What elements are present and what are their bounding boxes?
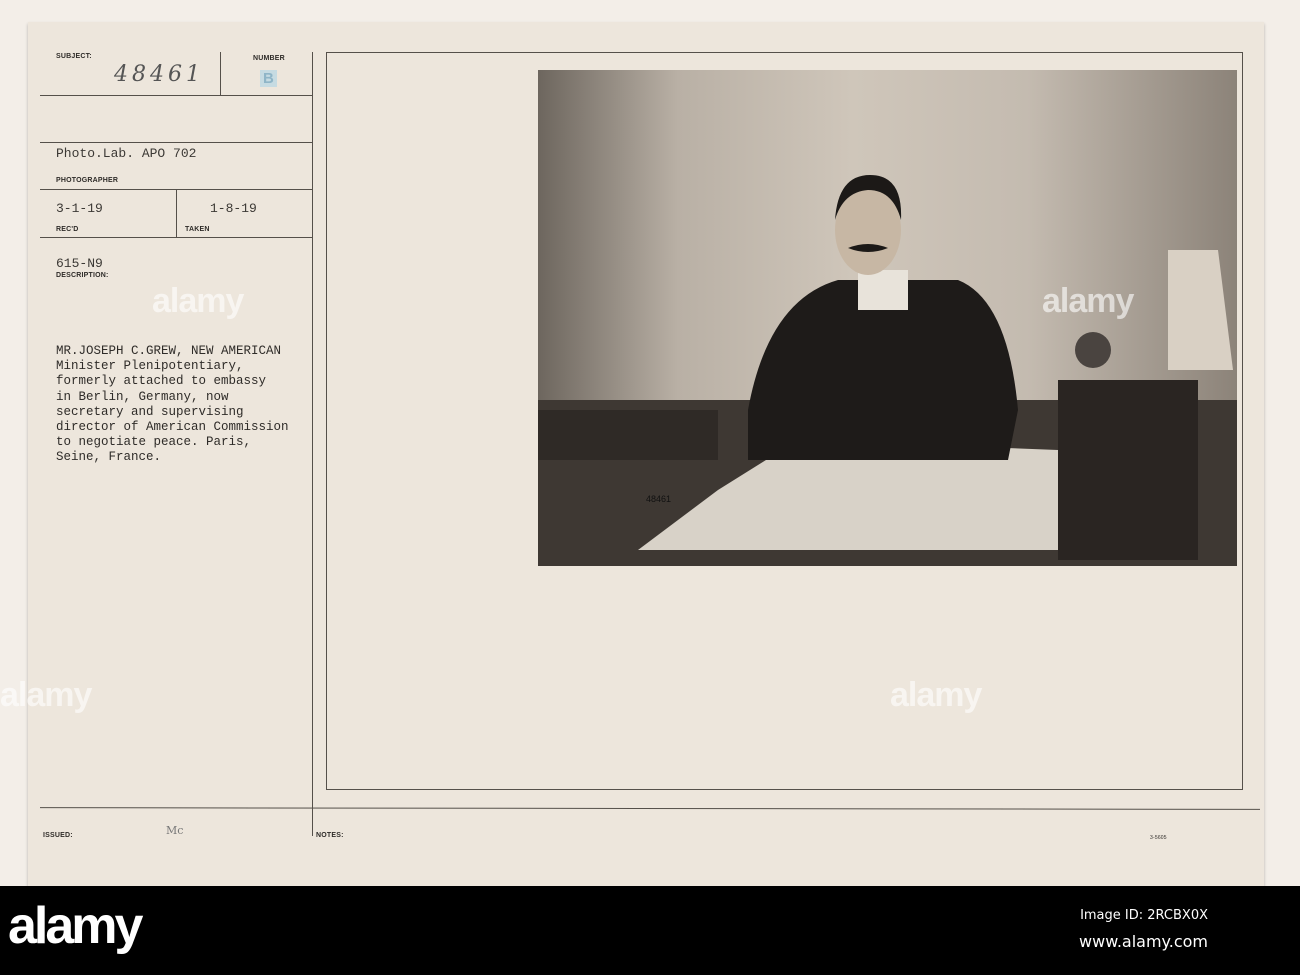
- watermark: alamy: [0, 676, 92, 714]
- footer-bar: alamy Image ID: 2RCBX0X www.alamy.com: [0, 886, 1300, 975]
- taken-value: 1-8-19: [210, 201, 257, 216]
- watermark: alamy: [152, 282, 244, 320]
- issued-label: ISSUED:: [43, 832, 73, 839]
- subject-value: 48461: [114, 62, 204, 87]
- alamy-logo: alamy: [8, 897, 143, 955]
- subject-label: SUBJECT:: [56, 53, 92, 60]
- image-id: Image ID: 2RCBX0X: [1080, 908, 1208, 923]
- watermark: alamy: [890, 676, 982, 714]
- photo-caption-number: 48461: [646, 494, 671, 504]
- recd-value: 3-1-19: [56, 201, 103, 216]
- photographer-value: Photo.Lab. APO 702: [56, 146, 197, 161]
- form-number: 3-5605: [1150, 835, 1167, 841]
- notes-label: NOTES:: [316, 832, 344, 839]
- description-text: MR.JOSEPH C.GREW, NEW AMERICAN Minister …: [56, 344, 289, 465]
- watermark: alamy: [1042, 282, 1134, 320]
- issued-initials: Mc: [166, 824, 184, 837]
- photographer-label: PHOTOGRAPHER: [56, 177, 119, 184]
- number-label: NUMBER: [253, 55, 285, 62]
- description-code: 615-N9: [56, 256, 103, 271]
- site-url[interactable]: www.alamy.com: [1079, 932, 1208, 951]
- description-label: DESCRIPTION:: [56, 272, 109, 279]
- recd-label: REC'D: [56, 226, 79, 233]
- taken-label: TAKEN: [185, 226, 210, 233]
- number-stamp: B: [260, 70, 277, 87]
